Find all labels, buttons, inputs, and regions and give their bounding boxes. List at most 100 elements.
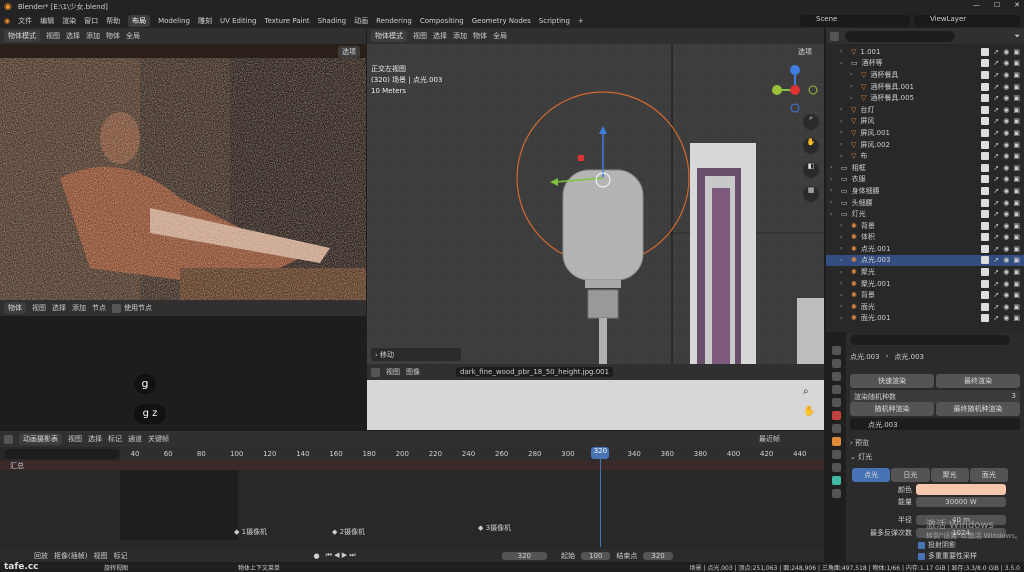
exclude-checkbox[interactable] [981,221,990,230]
camera-icon[interactable]: ▣ [1013,245,1020,253]
select-arrow-icon[interactable]: ➚ [993,141,999,149]
exclude-checkbox[interactable] [981,291,990,300]
outliner-row[interactable]: › ✺ 背景 ➚ ◉ ▣ [826,220,1024,232]
eye-icon[interactable]: ◉ [1003,187,1009,195]
outliner-row[interactable]: › ▽ 屏风 ➚ ◉ ▣ [826,116,1024,128]
left-menu-add[interactable]: 添加 [86,31,100,41]
final-render-button[interactable]: 最终渲染 [936,374,1020,388]
camera-icon[interactable]: ▣ [1013,222,1020,230]
outliner-row[interactable]: › ▭ 相框 ➚ ◉ ▣ [826,162,1024,174]
camera-icon[interactable]: ▣ [1013,152,1020,160]
eye-icon[interactable]: ◉ [1003,117,1009,125]
outliner-row[interactable]: › ▽ 酒杯餐具.001 ➚ ◉ ▣ [826,81,1024,93]
camera-icon[interactable]: ▣ [1013,59,1020,67]
expand-arrow-icon[interactable]: › [840,118,847,125]
texture-tab-icon[interactable] [831,489,841,498]
eye-icon[interactable]: ◉ [1003,256,1009,264]
tab-texture-paint[interactable]: Texture Paint [264,17,309,25]
eye-icon[interactable]: ◉ [1003,268,1009,276]
filter-icon[interactable]: ⏷ [1014,32,1020,41]
image-editor-type-icon[interactable] [371,367,380,377]
select-arrow-icon[interactable]: ➚ [993,152,999,160]
frame-ruler[interactable]: 40 60 80 100 120 140 160 180 200 220 240 260 280 300 3… [120,447,824,461]
keying-menu[interactable]: 抠像(插帧) [54,551,87,561]
expand-arrow-icon[interactable]: › [840,222,847,229]
image-menu-view[interactable]: 视图 [386,367,400,377]
last-frame-dropdown[interactable]: 最近帧 [759,434,780,444]
image-editor[interactable]: 视图 图像 dark_fine_wood_pbr_18_50_height.jp… [367,364,824,430]
eye-icon[interactable]: ◉ [1003,210,1009,218]
exclude-checkbox[interactable] [981,314,990,323]
eye-icon[interactable]: ◉ [1003,222,1009,230]
ds-search[interactable] [4,449,120,459]
outliner-row[interactable]: › ▭ 酒杯等 ➚ ◉ ▣ [826,58,1024,70]
exclude-checkbox[interactable] [981,198,990,207]
camera-icon[interactable]: ▣ [1013,210,1020,218]
node-editor[interactable]: 物体 视图 选择 添加 节点 使用节点 g g z [0,300,366,430]
outliner-row[interactable]: › ✺ 面光.001 ➚ ◉ ▣ [826,313,1024,325]
exclude-checkbox[interactable] [981,105,990,114]
close-icon[interactable]: ✕ [1014,1,1020,9]
camera-icon[interactable]: ▣ [1013,280,1020,288]
expand-arrow-icon[interactable]: › [830,187,837,194]
tab-modeling[interactable]: Modeling [158,17,190,25]
scene-selector[interactable]: Scene [800,15,910,27]
camera-icon[interactable]: ▣ [1013,175,1020,183]
exclude-checkbox[interactable] [981,82,990,91]
camera-icon[interactable]: ▣ [1013,48,1020,56]
ds-menu-channel[interactable]: 通道 [128,434,142,444]
collection-tab-icon[interactable] [831,424,841,433]
eye-icon[interactable]: ◉ [1003,59,1009,67]
outliner-type-icon[interactable] [830,31,839,41]
expand-arrow-icon[interactable]: › [830,211,837,218]
image-menu-image[interactable]: 图像 [406,367,420,377]
exclude-checkbox[interactable] [981,47,990,56]
expand-arrow-icon[interactable]: › [840,303,847,310]
select-arrow-icon[interactable]: ➚ [993,280,999,288]
select-arrow-icon[interactable]: ➚ [993,48,999,56]
outliner-search-field[interactable] [845,30,955,42]
light-type-point[interactable]: 点光 [852,468,891,482]
exclude-checkbox[interactable] [981,175,990,184]
exclude-checkbox[interactable] [981,140,990,149]
camera-icon[interactable]: ▣ [1013,129,1020,137]
camera-icon[interactable]: ▣ [1013,199,1020,207]
eye-icon[interactable]: ◉ [1003,71,1009,79]
grid-toggle-icon[interactable]: ▦ [803,186,819,202]
exclude-checkbox[interactable] [981,163,990,172]
minimize-icon[interactable]: — [973,1,980,9]
tool-tab-icon[interactable] [831,346,841,355]
outliner-row[interactable]: › ✺ 点光.003 ➚ ◉ ▣ [826,254,1024,267]
dope-sheet[interactable]: 动画摄影表 视图 选择 标记 通道 关键帧 最近帧 40 60 80 100 120 14… [0,431,824,549]
mis-row[interactable]: 多重重要性采样 [918,551,977,561]
add-workspace-button[interactable]: + [578,17,584,25]
center-viewport[interactable]: 物体模式 视图 选择 添加 物体 全局 选项 正交左视图 (320) 场景 | … [367,28,824,364]
tab-shading[interactable]: Shading [318,17,346,25]
node-menu-view[interactable]: 视图 [32,303,46,313]
exclude-checkbox[interactable] [981,279,990,288]
eye-icon[interactable]: ◉ [1003,280,1009,288]
expand-arrow-icon[interactable]: › [840,269,847,276]
eye-icon[interactable]: ◉ [1003,303,1009,311]
output-tab-icon[interactable] [831,372,841,381]
select-arrow-icon[interactable]: ➚ [993,314,999,322]
menu-file[interactable]: 文件 [18,16,32,26]
menu-window[interactable]: 窗口 [84,16,98,26]
select-arrow-icon[interactable]: ➚ [993,106,999,114]
exclude-checkbox[interactable] [981,256,990,265]
expand-arrow-icon[interactable]: › [840,129,847,136]
outliner-row[interactable]: › ▽ 屏风.001 ➚ ◉ ▣ [826,127,1024,139]
eye-icon[interactable]: ◉ [1003,291,1009,299]
node-menu-add[interactable]: 添加 [72,303,86,313]
eye-icon[interactable]: ◉ [1003,314,1009,322]
tab-uv-editing[interactable]: UV Editing [220,17,257,25]
camera-icon[interactable]: ▣ [1013,94,1020,102]
camera-icon[interactable]: ▣ [1013,71,1020,79]
left-menu-select[interactable]: 选择 [66,31,80,41]
camera-icon[interactable]: ▣ [1013,303,1020,311]
camera-icon[interactable]: ▣ [1013,314,1020,322]
start-value[interactable]: 100 [581,551,611,560]
marker-1[interactable]: ◆ 1摄像机 [234,527,267,537]
image-pan-icon[interactable]: ✋ [803,406,815,417]
outliner-row[interactable]: › ▭ 身体细腰 ➚ ◉ ▣ [826,185,1024,197]
